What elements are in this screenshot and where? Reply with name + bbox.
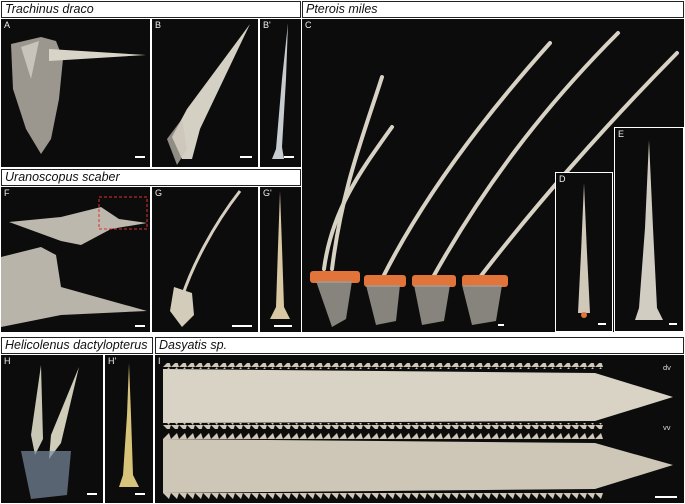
scale-bar-g-prime [274,325,292,327]
scale-bar-e [669,323,677,325]
panel-g-uranoscopus-spine: G [152,187,258,332]
scale-bar-h [87,493,97,495]
trachinus-spine-image-b-prime [272,23,288,159]
panel-b-prime-trachinus-spine: B' [260,19,301,167]
pterois-spine-image-e [635,140,663,320]
title-uranoscopus-scaber: Uranoscopus scaber [1,169,301,186]
panel-h-helicolenus-spines: H [1,355,103,503]
panel-e-pterois-spine: E [614,127,684,332]
panel-label-h-prime: H' [108,356,117,366]
uranoscopus-spine-image-f [1,196,148,327]
scale-bar-c [498,324,504,326]
panel-label-b-prime: B' [263,20,271,30]
panel-label-b: B [155,20,162,30]
title-helicolenus-dactylopterus: Helicolenus dactylopterus [1,337,153,354]
scale-bar-b [240,156,252,158]
scale-bar-b-prime [284,156,294,158]
panel-label-h: H [4,356,11,366]
dorsal-view-label: dv [663,363,671,372]
panel-a-trachinus-opercular-spine: A [1,19,150,167]
panel-i-dasyatis-stingray-spine: I dv vv [155,355,684,503]
panel-b-trachinus-spine: B [152,19,258,167]
helicolenus-spine-image-h-prime [119,363,139,487]
panel-g-prime-uranoscopus-spine: G' [260,187,301,332]
panel-label-f: F [4,188,10,198]
scale-bar-a [135,156,145,158]
panel-label-d: D [559,174,566,184]
ventral-view-label: vv [663,423,671,432]
panel-label-g-prime: G' [263,188,272,198]
panel-label-a: A [4,20,11,30]
panel-f-uranoscopus-cleithral-spine: F [1,187,150,332]
helicolenus-spine-image-h [21,365,79,499]
scale-bar-h-prime [135,493,145,495]
trachinus-spine-image-a [11,37,146,154]
scale-bar-d [598,323,606,325]
uranoscopus-spine-image-g-prime [270,191,290,319]
panel-label-e: E [618,129,625,139]
uranoscopus-spine-image-g [170,190,242,327]
title-pterois-miles: Pterois miles [302,1,684,18]
scale-bar-i [655,496,677,498]
title-dasyatis-sp: Dasyatis sp. [155,337,684,354]
panel-label-c: C [305,20,312,30]
panel-d-pterois-spine: D [555,172,613,332]
stingray-spine-image [163,363,673,499]
scale-bar-f [135,325,145,327]
pterois-spine-image-d [578,183,590,318]
panel-label-i: I [158,356,161,366]
panel-h-prime-helicolenus-spine: H' [105,355,153,503]
scale-bar-g [232,325,252,327]
trachinus-spine-image-b [167,24,250,165]
title-trachinus-draco: Trachinus draco [1,1,301,18]
panel-label-g: G [155,188,163,198]
